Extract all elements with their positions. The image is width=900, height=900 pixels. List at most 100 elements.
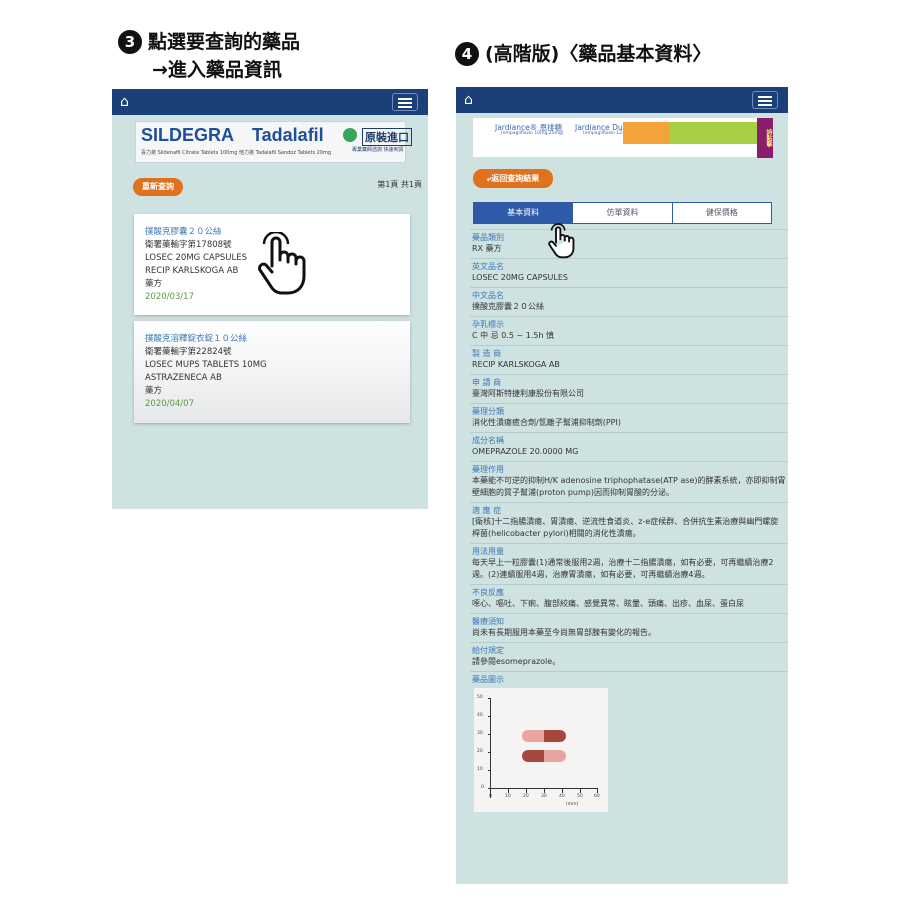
field-label: 藥品類別 [472, 233, 504, 242]
field-label: 成分名稱 [472, 436, 504, 445]
result-kind: 藥方 [145, 386, 163, 396]
field-en-name: 英文品名 LOSEC 20MG CAPSULES [470, 258, 788, 287]
capsule-pill [522, 750, 566, 762]
field-value: [衛核]十二指腸潰瘍、胃潰瘍、逆流性食道炎、z-e症候群、合併抗生素治療與幽門螺… [472, 517, 779, 538]
capsule-pill [522, 730, 566, 742]
field-label: 英文品名 [472, 262, 504, 271]
ruler-x-label: 20 [523, 794, 529, 799]
menu-toggle-button[interactable] [752, 91, 778, 109]
ruler-y-label: 30 [477, 731, 483, 736]
ad-subtitle: 喜力弟 Sildenafil Citrate Tablets 100mg 他力弟… [141, 150, 332, 156]
ruler-x-label: 60 [594, 794, 600, 799]
field-value: LOSEC 20MG CAPSULES [472, 273, 568, 282]
detail-tabs: 基本資料 仿單資料 健保價格 [473, 202, 772, 224]
field-drug-image: 藥品圖示 50 40 30 20 10 0 0 10 20 30 40 50 6… [470, 671, 788, 815]
field-medical-notes: 醫療須知 尚未有長期服用本藥至今尚無胃部腺有變化的報告。 [470, 613, 788, 642]
result-cn-name[interactable]: 撲酸克溶釋錠衣錠１０公絲 [145, 333, 399, 346]
pointing-hand-icon [258, 232, 306, 295]
new-query-button[interactable]: 重新查詢 [133, 178, 183, 196]
ruler-unit: (mm) [566, 802, 579, 807]
step3-line2: →進入藥品資訊 [152, 59, 282, 81]
ad-brand-2: Tadalafil [252, 125, 324, 145]
result-maker: ASTRAZENECA AB [145, 373, 222, 383]
ruler-y-label: 20 [477, 749, 483, 754]
result-card[interactable]: 撲酸克溶釋錠衣錠１０公絲 衛署藥輸字第22824號 LOSEC MUPS TAB… [134, 321, 410, 423]
field-label: 不良反應 [472, 588, 504, 597]
navbar: ⌂ [112, 89, 428, 115]
field-value: 臺灣阿斯特捷利康股份有限公司 [472, 389, 584, 398]
ruler-x-label: 40 [559, 794, 565, 799]
field-label: 適 應 症 [472, 506, 502, 515]
field-value: C 中 忌 0.5 ~ 1.5h 慎 [472, 331, 555, 340]
ruler-y-label: 50 [477, 695, 483, 700]
ruler-x-label: 50 [577, 794, 583, 799]
field-value: 噁心、嘔吐、下痢、腹部絞痛、感覺異常、眩暈、頭痛、出疹、血尿、蛋白尿 [472, 599, 744, 608]
ruler-x-label: 30 [541, 794, 547, 799]
tab-basic-info[interactable]: 基本資料 [474, 203, 574, 223]
field-value: OMEPRAZOLE 20.0000 MG [472, 447, 579, 456]
page-info: 第1頁 共1頁 [377, 180, 422, 189]
field-label: 藥理作用 [472, 465, 504, 474]
ad-note-sub: 專業藥師諮詢 快速到貨 [352, 147, 404, 153]
step4-text: (高階版)〈藥品基本資料〉 [485, 43, 712, 65]
result-permit: 衛署藥輸字第22824號 [145, 347, 232, 357]
result-date: 2020/04/07 [145, 399, 194, 409]
step3-heading: 3 點選要查詢的藥品 →進入藥品資訊 [118, 28, 300, 84]
field-value: 請參閱esomeprazole。 [472, 657, 561, 666]
ad-note: 原裝進口 [362, 128, 412, 146]
field-label: 孕乳標示 [472, 320, 504, 329]
pointing-hand-icon [548, 223, 575, 259]
step4-heading: 4 (高階版)〈藥品基本資料〉 [455, 40, 711, 68]
home-icon[interactable]: ⌂ [120, 94, 129, 110]
ad-banner[interactable]: SILDEGRA Tadalafil 喜力弟 Sildenafil Citrat… [135, 121, 412, 163]
ruler-x-label: 10 [505, 794, 511, 799]
step4-number: 4 [455, 42, 479, 66]
field-pregnancy: 孕乳標示 C 中 忌 0.5 ~ 1.5h 慎 [470, 316, 788, 345]
field-value: RX 藥方 [472, 244, 502, 253]
back-to-results-button[interactable]: ⤶返回查詢結果 [473, 169, 553, 188]
field-dosage: 用法用量 每天早上一粒膠囊(1)通常後服用2週，治療十二指腸潰瘍，如有必要，可再… [470, 543, 788, 584]
ad-mascot-icon [343, 128, 357, 142]
field-label: 醫療須知 [472, 617, 504, 626]
field-label: 申 請 商 [472, 378, 502, 387]
detail-fields: 藥品類別 RX 藥方 英文品名 LOSEC 20MG CAPSULES 中文品名… [470, 229, 788, 815]
home-icon[interactable]: ⌂ [464, 92, 473, 108]
ruler-y-label: 40 [477, 713, 483, 718]
field-cn-name: 中文品名 撲酸克膠囊２０公絲 [470, 287, 788, 316]
field-mechanism: 藥理作用 本藥能不可逆的抑制H/K adenosine triphophatas… [470, 461, 788, 502]
tab-package-insert[interactable]: 仿單資料 [573, 203, 673, 223]
field-value: 消化性潰瘍癒合劑/氫離子幫浦抑制劑(PPI) [472, 418, 621, 427]
field-ingredient: 成分名稱 OMEPRAZOLE 20.0000 MG [470, 432, 788, 461]
drug-photo[interactable]: 50 40 30 20 10 0 0 10 20 30 40 50 60 (mm… [474, 688, 608, 812]
ruler-y-label: 0 [481, 785, 484, 790]
ruler-y-label: 10 [477, 767, 483, 772]
ad-brand: SILDEGRA [141, 125, 235, 145]
ruler-vertical [490, 698, 491, 798]
field-value: 本藥能不可逆的抑制H/K adenosine triphophatase(ATP… [472, 476, 786, 497]
step3-line1: 點選要查詢的藥品 [148, 31, 301, 53]
search-results-screen: ⌂ SILDEGRA Tadalafil 喜力弟 Sildenafil Citr… [112, 89, 428, 509]
field-label: 給付規定 [472, 646, 504, 655]
result-en-name: LOSEC MUPS TABLETS 10MG [145, 360, 267, 370]
step3-number: 3 [118, 30, 142, 54]
field-reimbursement: 給付規定 請參閱esomeprazole。 [470, 642, 788, 671]
field-label: 用法用量 [472, 547, 504, 556]
field-value: 撲酸克膠囊２０公絲 [472, 302, 544, 311]
field-manufacturer: 製 造 商 RECIP KARLSKOGA AB [470, 345, 788, 374]
ad-side-label[interactable]: 詩點擊 [757, 118, 773, 158]
tab-nhi-price[interactable]: 健保價格 [673, 203, 771, 223]
field-label: 藥理分類 [472, 407, 504, 416]
navbar: ⌂ [456, 87, 788, 113]
field-label: 製 造 商 [472, 349, 502, 358]
ruler-x-label: 0 [489, 794, 492, 799]
field-label: 藥品圖示 [472, 675, 504, 684]
field-value: RECIP KARLSKOGA AB [472, 360, 560, 369]
field-value: 每天早上一粒膠囊(1)通常後服用2週，治療十二指腸潰瘍，如有必要，可再繼續治療2… [472, 558, 774, 579]
ad-product-1-sub: (empagliflozin 10mg,25mg) [501, 131, 564, 136]
menu-toggle-button[interactable] [392, 93, 418, 111]
back-label: 返回查詢結果 [491, 174, 540, 183]
field-category: 藥品類別 RX 藥方 [470, 229, 788, 258]
ad-banner[interactable]: Jardiance® 恩排糖 (empagliflozin 10mg,25mg)… [472, 117, 773, 158]
field-pharm-class: 藥理分類 消化性潰瘍癒合劑/氫離子幫浦抑制劑(PPI) [470, 403, 788, 432]
field-indication: 適 應 症 [衛核]十二指腸潰瘍、胃潰瘍、逆流性食道炎、z-e症候群、合併抗生素… [470, 502, 788, 543]
